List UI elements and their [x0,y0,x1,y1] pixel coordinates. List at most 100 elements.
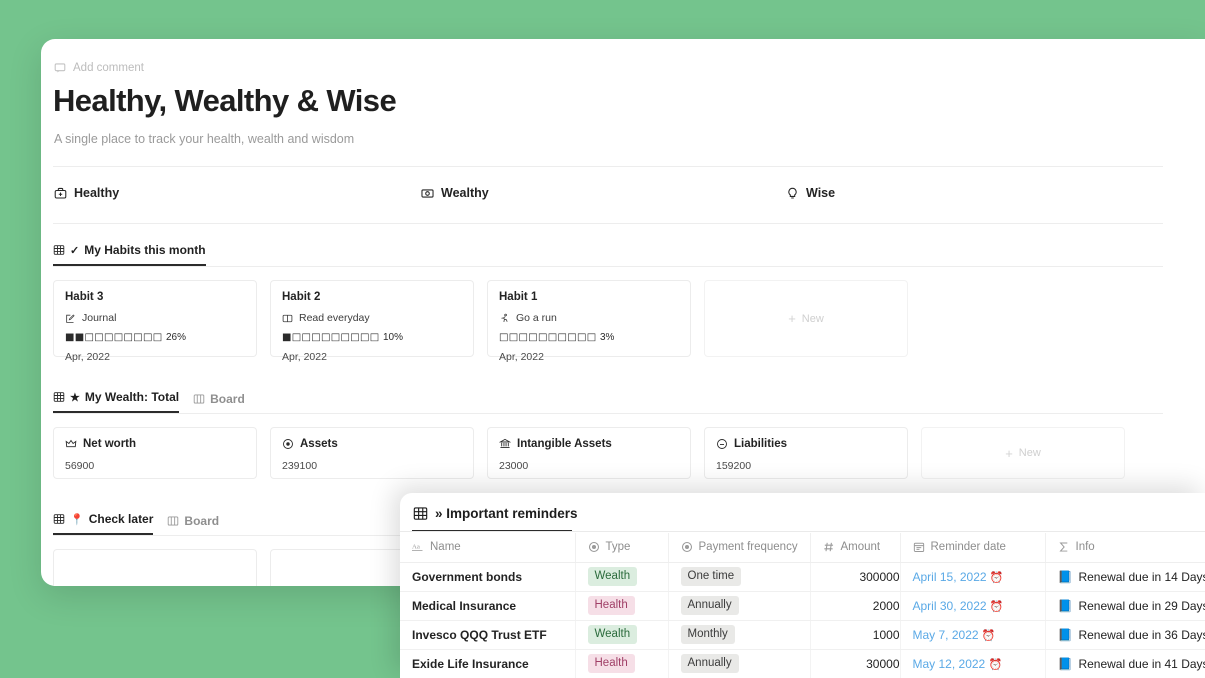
table-header-row: Aa Name Type Payment frequency Amount Re… [400,533,1205,563]
bank-icon [498,438,512,450]
cell-frequency: Annually [668,591,811,621]
table-row[interactable]: Medical Insurance Health Annually 2000 A… [400,591,1205,621]
book-open-icon [282,313,293,324]
add-new-wealth-button[interactable]: + New [921,427,1125,479]
tab-wise-label: Wise [806,186,836,200]
tab-healthy[interactable]: Healthy [54,186,119,200]
add-comment-button[interactable]: Add comment [54,62,1205,74]
habit-progress-bar: ■■□□□□□□□□ [65,332,166,343]
add-new-wealth-label: New [1018,447,1041,459]
alarm-clock-icon: ⏰ [981,629,996,642]
view-tab-board[interactable]: Board [193,392,245,413]
habits-view-tabs: ✓ My Habits this month [53,235,1205,266]
habit-card[interactable]: Habit 2 Read everyday ■□□□□□□□□□ 10% Apr… [270,280,474,363]
habit-card-date: Apr, 2022 [65,351,110,363]
habit-progress-percent: 26% [165,332,186,343]
section-wealth: ★ My Wealth: Total Board Net worth 56900… [41,382,1205,479]
column-header-payment-frequency-label: Payment frequency [698,541,798,554]
cell-name: Exide Life Insurance [400,649,576,678]
habit-progress-percent: 3% [599,332,615,343]
cell-reminder-date: April 15, 2022 ⏰ [900,562,1046,592]
status-badge: Health [587,654,635,673]
text-type-icon: Aa [412,541,424,553]
svg-text:Aa: Aa [412,544,420,551]
habit-card-date: Apr, 2022 [282,351,327,363]
add-new-habit-button[interactable]: + New [704,280,908,357]
wealth-card-label: Assets [300,438,338,450]
table-row[interactable]: Invesco QQQ Trust ETF Wealth Monthly 100… [400,620,1205,650]
habit-card-title: Habit 1 [499,291,538,303]
table-row[interactable]: Exide Life Insurance Health Annually 300… [400,649,1205,678]
habit-card[interactable]: Habit 1 Go a run □□□□□□□□□□ 3% Apr, 2022 [487,280,691,363]
column-header-reminder-date[interactable]: Reminder date [900,533,1046,563]
wealth-card-label: Intangible Assets [517,438,612,450]
column-header-payment-frequency[interactable]: Payment frequency [668,533,811,563]
wealth-card[interactable]: Liabilities 159200 [704,427,908,479]
habit-task-label: Go a run [516,312,557,324]
info-text: Renewal due in 36 Days [1078,627,1205,642]
view-tab-my-habits[interactable]: ✓ My Habits this month [53,243,206,266]
alarm-clock-icon: ⏰ [989,571,1004,584]
tab-wise[interactable]: Wise [786,186,835,200]
important-reminders-panel: » Important reminders Aa Name Type Payme… [400,493,1205,678]
important-reminders-title: » Important reminders [435,506,578,521]
wealth-card[interactable]: Intangible Assets 23000 [487,427,691,479]
wealth-card[interactable]: Net worth 56900 [53,427,257,479]
habit-card-title: Habit 3 [65,291,104,303]
table-icon [53,391,65,403]
check-later-card-title: Articles [65,560,245,586]
wealth-card-label: Net worth [83,438,137,450]
lightbulb-icon [786,187,799,200]
wealth-view-tabs: ★ My Wealth: Total Board [53,382,1205,413]
reminder-date-link[interactable]: April 30, 2022 ⏰ [913,599,1004,613]
view-tab-label: My Wealth: Total [84,390,180,404]
table-row[interactable]: Government bonds Wealth One time 300000 … [400,562,1205,592]
habit-card[interactable]: Habit 3 Journal ■■□□□□□□□□ 26% Apr, 2022 [53,280,257,363]
view-tab-my-wealth-total[interactable]: ★ My Wealth: Total [53,390,180,413]
wealth-card-title: Liabilities [716,438,896,450]
reminder-date-text: April 30, 2022 [912,598,987,613]
alarm-clock-icon: ⏰ [988,658,1003,671]
cell-amount: 30000 [810,649,901,678]
cell-info: 📘 Renewal due in 29 Days [1045,591,1205,621]
column-header-amount-label: Amount [840,541,881,554]
info-text: Renewal due in 41 Days [1078,656,1205,671]
frequency-badge: Annually [680,654,739,673]
tab-wealthy[interactable]: Wealthy [421,186,489,200]
cell-amount: 2000 [810,591,901,621]
cell-amount: 300000 [810,562,901,592]
cell-type: Health [575,591,669,621]
important-reminders-header[interactable]: » Important reminders [413,506,1205,521]
view-tab-check-later[interactable]: 📍 Check later [53,512,154,535]
cell-name: Government bonds [400,562,576,592]
column-header-name[interactable]: Aa Name [400,533,576,563]
view-tab-emoji: ✓ [70,244,80,257]
cell-name: Invesco QQQ Trust ETF [400,620,576,650]
page-title: Healthy, Wealthy & Wise [53,83,397,118]
info-text: Renewal due in 14 Days [1078,569,1205,584]
column-header-name-label: Name [430,541,461,554]
plus-icon: + [1005,445,1013,461]
column-header-type-label: Type [605,541,631,554]
column-header-amount[interactable]: Amount [810,533,901,563]
reminder-date-link[interactable]: April 15, 2022 ⏰ [913,570,1004,584]
wealth-card-row: Net worth 56900 Assets 239100 Intangible… [53,427,1205,479]
view-tab-board[interactable]: Board [167,514,219,535]
column-header-type[interactable]: Type [575,533,669,563]
blue-book-icon: 📘 [1057,569,1073,584]
habits-divider [53,266,1163,267]
reminder-date-link[interactable]: May 12, 2022 ⏰ [913,657,1003,671]
tabs-divider [53,223,1163,224]
reminder-date-link[interactable]: May 7, 2022 ⏰ [913,628,996,642]
section-habits: ✓ My Habits this month Habit 3 Journal ■… [41,235,1205,363]
column-header-info[interactable]: Info [1045,533,1205,563]
cell-info: 📘 Renewal due in 14 Days [1045,562,1205,592]
table-icon [53,513,65,525]
blue-book-icon: 📘 [1057,656,1073,671]
check-later-card[interactable]: Articles notion.so 1 [53,549,257,586]
reminder-date-text: May 12, 2022 [912,656,986,671]
add-new-habit-label: New [801,312,824,325]
habit-progress-percent: 10% [382,332,403,343]
cell-info: 📘 Renewal due in 36 Days [1045,620,1205,650]
wealth-card[interactable]: Assets 239100 [270,427,474,479]
